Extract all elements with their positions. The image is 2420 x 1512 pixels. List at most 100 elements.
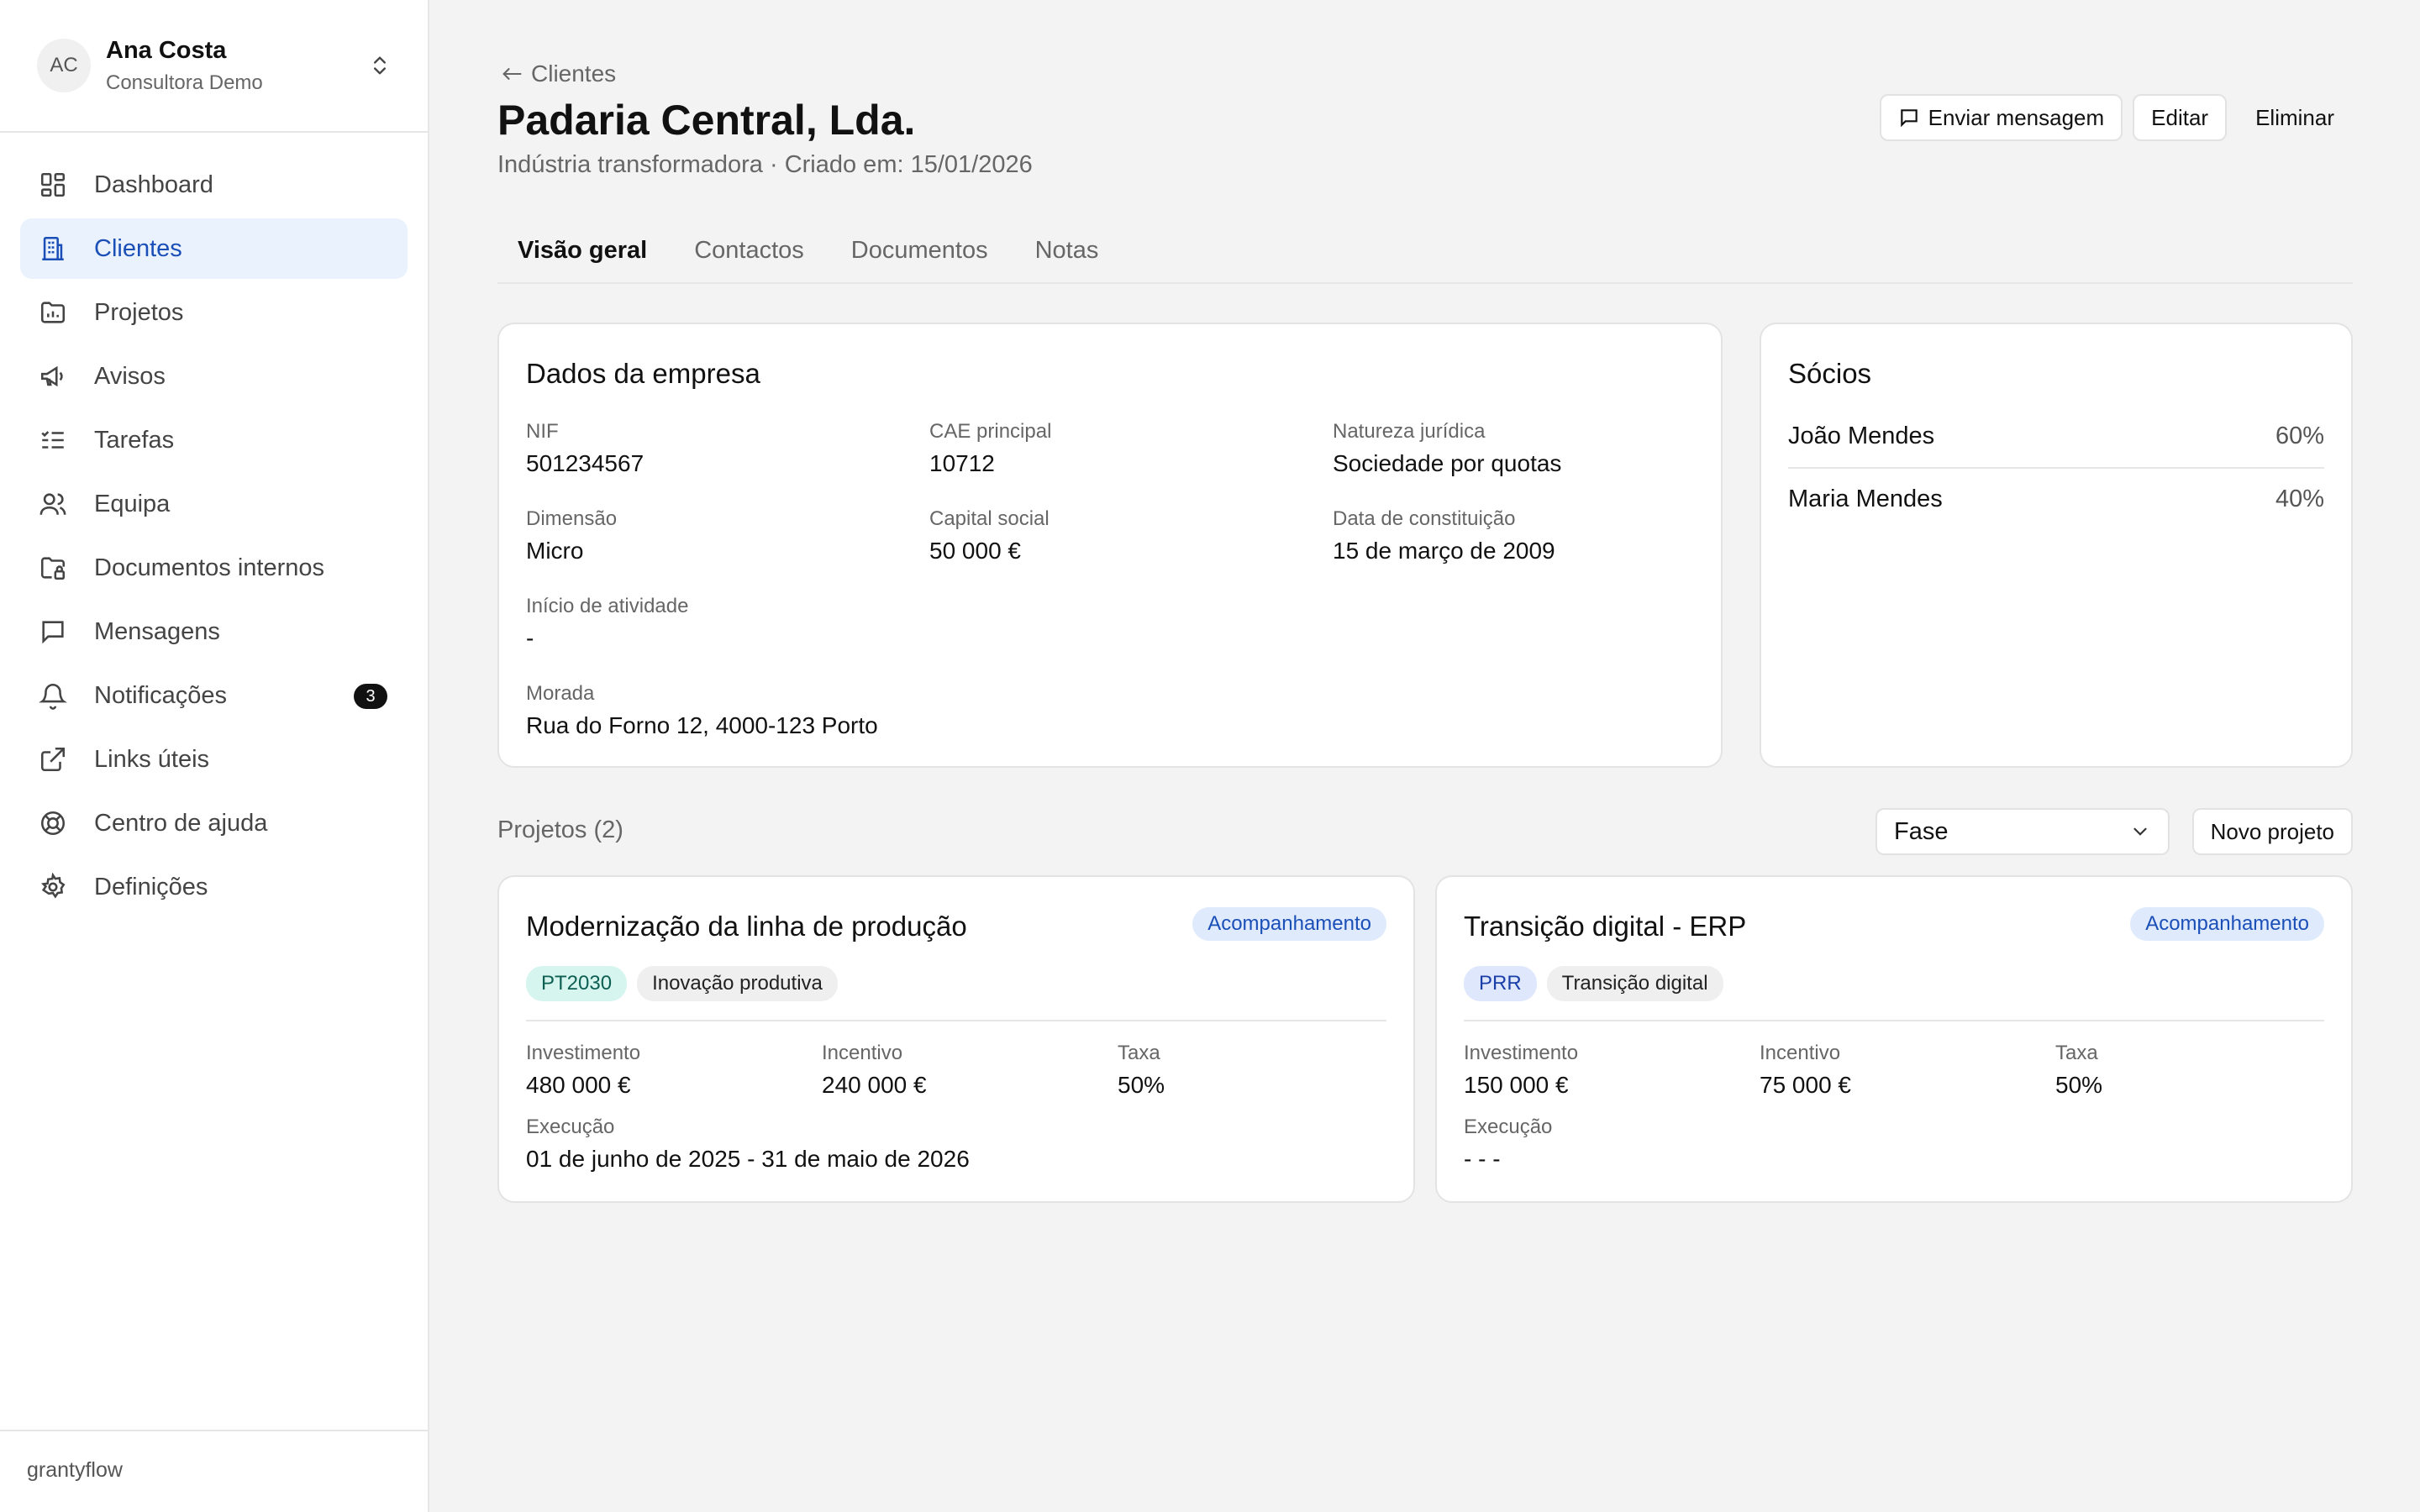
sidebar-item-links-uteis[interactable]: Links úteis (20, 729, 408, 790)
sidebar-item-label: Dashboard (94, 171, 213, 198)
edit-button[interactable]: Editar (2133, 94, 2228, 141)
project-tags: PT2030 Inovação produtiva (526, 966, 1386, 1001)
project-card[interactable]: Transição digital - ERP Acompanhamento P… (1435, 875, 2353, 1203)
send-message-label: Enviar mensagem (1928, 104, 2105, 130)
new-project-button[interactable]: Novo projeto (2191, 808, 2353, 855)
phase-filter-value: Fase (1894, 817, 1949, 845)
sidebar-item-centro-de-ajuda[interactable]: Centro de ajuda (20, 793, 408, 853)
field-value: 50% (1118, 1072, 1165, 1098)
field-label: Morada (526, 682, 595, 705)
sidebar-item-label: Equipa (94, 490, 171, 517)
partner-share: 40% (2275, 485, 2324, 512)
field-natureza-juridica: Natureza jurídica Sociedade por quotas (1333, 420, 1561, 477)
tab-visao-geral[interactable]: Visão geral (497, 220, 667, 284)
field-value: 15 de março de 2009 (1333, 538, 1555, 564)
sidebar-item-avisos[interactable]: Avisos (20, 346, 408, 407)
field-incentivo: Incentivo 240 000 € (822, 1042, 927, 1099)
phase-filter-select[interactable]: Fase (1876, 808, 2170, 855)
users-icon (39, 490, 67, 518)
gear-icon (39, 872, 67, 901)
field-label: Capital social (929, 507, 1050, 530)
field-label: Execução (1464, 1116, 1553, 1138)
user-switcher[interactable]: AC Ana Costa Consultora Demo (0, 0, 428, 133)
message-icon (39, 617, 67, 646)
field-label: Incentivo (1760, 1042, 1841, 1064)
field-investimento: Investimento 150 000 € (1464, 1042, 1578, 1099)
tab-contactos[interactable]: Contactos (674, 220, 824, 284)
partner-share: 60% (2275, 422, 2324, 449)
user-name: Ana Costa (106, 37, 227, 64)
sidebar-nav: Dashboard Clientes Projetos Avisos Taref… (0, 133, 428, 917)
status-badge: Acompanhamento (1192, 907, 1386, 941)
sidebar-item-tarefas[interactable]: Tarefas (20, 410, 408, 470)
sidebar-item-label: Tarefas (94, 426, 175, 454)
chevron-down-icon (2129, 821, 2151, 843)
field-label: Incentivo (822, 1042, 903, 1064)
sidebar-item-equipa[interactable]: Equipa (20, 474, 408, 534)
megaphone-icon (39, 362, 67, 391)
field-label: Taxa (1118, 1042, 1160, 1064)
tab-notas[interactable]: Notas (1015, 220, 1119, 284)
program-tag: PRR (1464, 966, 1537, 1001)
partners-card: Sócios João Mendes 60% Maria Mendes 40% (1760, 323, 2353, 768)
field-investimento: Investimento 480 000 € (526, 1042, 640, 1099)
sidebar-item-label: Avisos (94, 362, 166, 390)
send-message-button[interactable]: Enviar mensagem (1879, 94, 2123, 141)
sidebar-item-label: Notificações (94, 681, 227, 709)
field-incentivo: Incentivo 75 000 € (1760, 1042, 1851, 1099)
field-label: Início de atividade (526, 595, 689, 617)
project-name: Transição digital - ERP (1464, 911, 1747, 942)
sidebar-item-documentos-internos[interactable]: Documentos internos (20, 538, 408, 598)
field-label: Natureza jurídica (1333, 420, 1486, 443)
page-subtitle: Indústria transformadora · Criado em: 15… (497, 151, 1033, 178)
field-value: 150 000 € (1464, 1072, 1569, 1098)
partners-card-title: Sócios (1788, 358, 1872, 389)
partner-name: Maria Mendes (1788, 485, 1943, 512)
notification-count-badge: 3 (354, 684, 387, 709)
field-label: Execução (526, 1116, 615, 1138)
message-icon (1898, 107, 1928, 129)
projects-section-title: Projetos (2) (497, 816, 623, 843)
field-inicio-atividade: Início de atividade - (526, 595, 688, 652)
folder-lock-icon (39, 554, 67, 582)
field-value: - (526, 625, 534, 651)
back-link-label: Clientes (531, 60, 617, 87)
field-nif: NIF 501234567 (526, 420, 644, 477)
field-taxa: Taxa 50% (1118, 1042, 1165, 1099)
user-role: Consultora Demo (106, 71, 263, 94)
field-value: Rua do Forno 12, 4000-123 Porto (526, 712, 878, 738)
company-card-title: Dados da empresa (526, 358, 760, 389)
status-badge: Acompanhamento (2130, 907, 2324, 941)
delete-button[interactable]: Eliminar (2237, 94, 2353, 141)
sidebar-item-clientes[interactable]: Clientes (20, 218, 408, 279)
sidebar-item-notificacoes[interactable]: Notificações 3 (20, 665, 408, 726)
category-tag: Inovação produtiva (637, 966, 838, 1001)
list-check-icon (39, 426, 67, 454)
field-value: Micro (526, 538, 584, 564)
field-value: - - - (1464, 1146, 1501, 1172)
field-value: 75 000 € (1760, 1072, 1851, 1098)
sidebar-item-label: Projetos (94, 298, 184, 326)
back-to-clientes-link[interactable]: Clientes (497, 60, 616, 87)
sidebar-item-dashboard[interactable]: Dashboard (20, 155, 408, 215)
sidebar-item-projetos[interactable]: Projetos (20, 282, 408, 343)
field-execucao: Execução 01 de junho de 2025 - 31 de mai… (526, 1116, 970, 1173)
building-icon (39, 234, 67, 263)
client-tabs: Visão geral Contactos Documentos Notas (497, 220, 2353, 284)
field-label: Dimensão (526, 507, 618, 530)
tab-documentos[interactable]: Documentos (831, 220, 1008, 284)
sidebar-item-label: Links úteis (94, 745, 210, 773)
avatar: AC (37, 39, 91, 92)
field-dimensao: Dimensão Micro (526, 507, 617, 564)
sidebar-item-label: Centro de ajuda (94, 809, 268, 837)
field-label: Data de constituição (1333, 507, 1516, 530)
field-morada: Morada Rua do Forno 12, 4000-123 Porto (526, 682, 878, 739)
arrow-left-icon (497, 62, 526, 86)
sidebar-item-definicoes[interactable]: Definições (20, 857, 408, 917)
chevron-up-down-icon[interactable] (368, 50, 392, 81)
field-label: Investimento (1464, 1042, 1579, 1064)
project-card[interactable]: Modernização da linha de produção Acompa… (497, 875, 1415, 1203)
field-taxa: Taxa 50% (2055, 1042, 2102, 1099)
field-value: Sociedade por quotas (1333, 450, 1562, 476)
sidebar-item-mensagens[interactable]: Mensagens (20, 601, 408, 662)
